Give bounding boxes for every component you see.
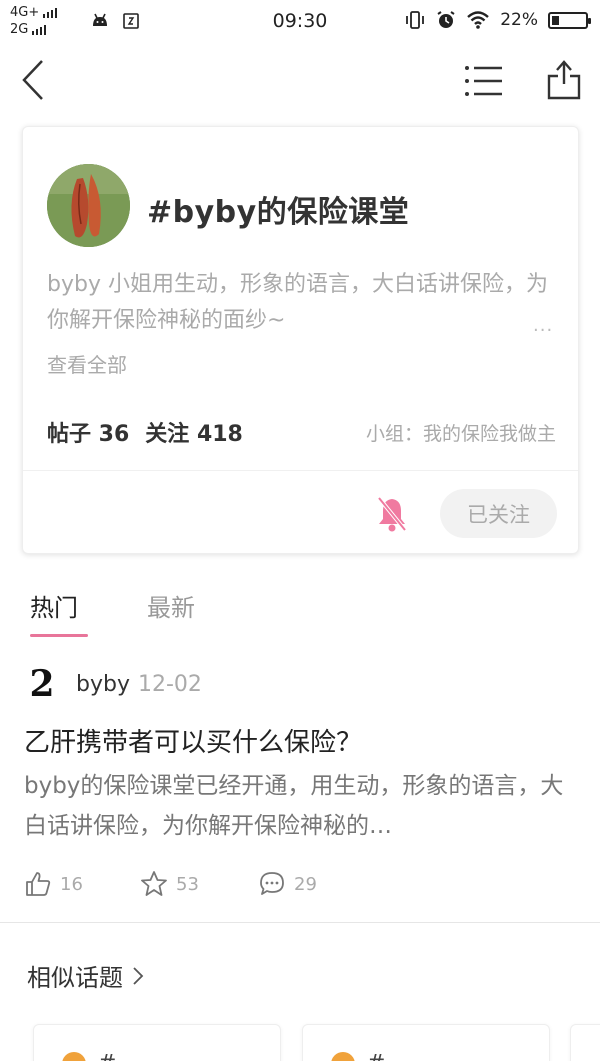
similar-topics-title: 相似话题 — [27, 964, 123, 992]
comment-count: 29 — [294, 873, 317, 895]
chevron-right-icon — [133, 966, 144, 985]
active-tab-indicator — [30, 634, 88, 637]
thumbs-up-icon — [26, 872, 51, 896]
followers-count[interactable]: 关注 418 — [145, 422, 243, 447]
author-avatar[interactable]: 2 — [26, 666, 58, 702]
wifi-icon — [467, 11, 490, 29]
tab-latest[interactable]: 最新 — [147, 588, 195, 623]
group-link[interactable]: 小组：我的保险我做主 — [366, 419, 556, 446]
alarm-icon — [437, 11, 455, 28]
similar-topic-label: # — [367, 1051, 385, 1061]
battery-icon — [548, 11, 591, 29]
post-title[interactable]: 乙肝携带者可以买什么保险？ — [24, 722, 362, 759]
view-all-link[interactable]: 查看全部 — [47, 349, 127, 378]
favorite-count: 53 — [176, 873, 199, 895]
topic-stats: 帖子 36 关注 418 — [47, 416, 243, 448]
chevron-left-icon[interactable] — [18, 58, 48, 102]
similar-topics-header[interactable]: 相似话题 — [27, 958, 145, 993]
topic-description: byby 小姐用生动，形象的语言，大白话讲保险，为你解开保险神秘的面纱~ — [47, 272, 548, 333]
nav-bar — [0, 44, 600, 118]
comment-icon — [260, 872, 284, 895]
description-ellipsis: ... — [533, 315, 554, 336]
vibrate-icon — [406, 11, 425, 29]
comment-button[interactable]: 29 — [258, 870, 317, 898]
author-name[interactable]: byby — [76, 672, 130, 697]
divider — [23, 470, 578, 471]
share-icon[interactable] — [544, 58, 584, 102]
topic-dot-icon — [62, 1052, 86, 1061]
post-author-row[interactable]: 2 byby 12-02 — [26, 662, 202, 706]
topic-title: #byby的保险课堂 — [147, 195, 410, 230]
like-count: 16 — [60, 873, 83, 895]
divider — [0, 922, 600, 923]
topic-avatar — [47, 164, 130, 247]
post-date: 12-02 — [137, 671, 202, 697]
like-button[interactable]: 16 — [24, 870, 83, 898]
tab-bar: 热门 最新 — [0, 580, 600, 640]
followed-button[interactable]: 已关注 — [440, 489, 557, 538]
battery-percent: 22% — [500, 10, 538, 30]
topic-card: #byby的保险课堂 byby 小姐用生动，形象的语言，大白话讲保险，为你解开保… — [22, 126, 579, 554]
post-actions: 16 53 29 — [24, 866, 584, 906]
list-icon[interactable] — [464, 64, 504, 98]
similar-topic-label: # — [98, 1051, 116, 1061]
status-bar: 4G+ 2G 09:30 22% — [0, 0, 600, 44]
favorite-button[interactable]: 53 — [140, 870, 199, 898]
similar-topic-card[interactable] — [570, 1024, 600, 1061]
bell-off-icon[interactable] — [375, 495, 409, 533]
star-icon — [141, 871, 167, 896]
topic-dot-icon — [331, 1052, 355, 1061]
posts-count[interactable]: 帖子 36 — [47, 422, 129, 447]
post-excerpt[interactable]: byby的保险课堂已经开通，用生动，形象的语言，大白话讲保险，为你解开保险神秘的… — [24, 766, 584, 846]
tab-hot[interactable]: 热门 — [30, 588, 78, 623]
similar-topic-card[interactable]: # — [33, 1024, 281, 1061]
similar-topic-card[interactable]: # — [302, 1024, 550, 1061]
